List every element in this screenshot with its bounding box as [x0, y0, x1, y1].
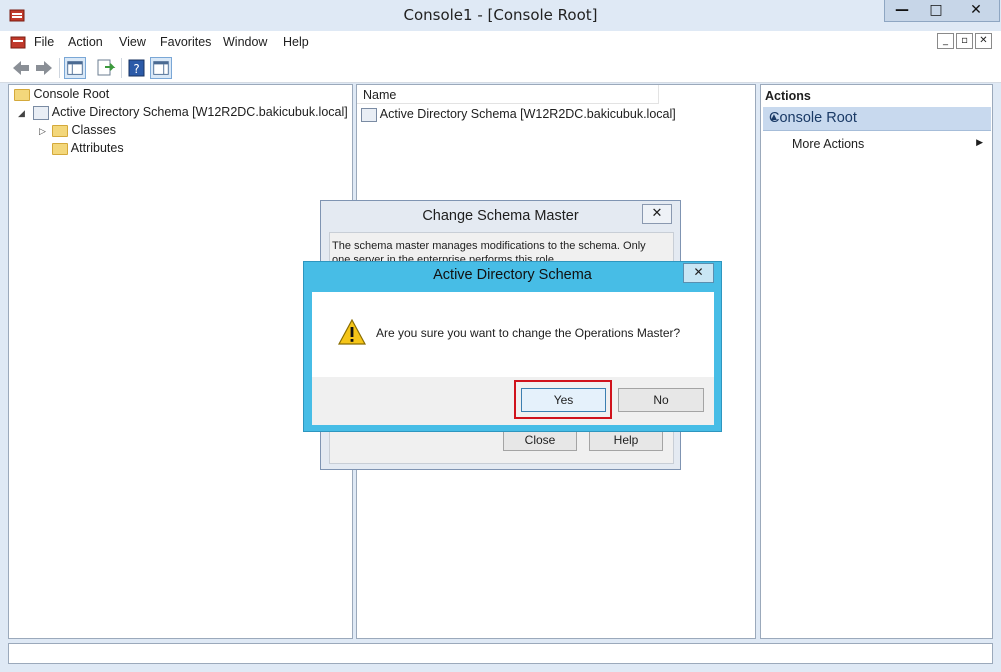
mdi-close-button[interactable]: ✕: [975, 33, 992, 49]
show-hide-action-pane-icon[interactable]: [150, 57, 172, 79]
dialog-close-button[interactable]: ✕: [642, 204, 672, 224]
tree-node-label: Active Directory Schema [W12R2DC.bakicub…: [51, 105, 348, 119]
list-item-label: Active Directory Schema [W12R2DC.bakicub…: [379, 107, 676, 121]
help-icon[interactable]: ?: [126, 57, 148, 79]
list-item[interactable]: Active Directory Schema [W12R2DC.bakicub…: [361, 107, 676, 122]
actions-header: Actions: [765, 89, 811, 103]
schema-icon: [33, 105, 49, 120]
menu-bar: File Action View Favorites Window Help _…: [0, 31, 1001, 53]
dialog-title: Change Schema Master: [422, 208, 579, 224]
actions-pane: Actions Console Root ▲ More Actions ▶: [760, 84, 993, 639]
actions-section-console-root[interactable]: Console Root ▲: [763, 107, 991, 131]
close-button[interactable]: ✕: [953, 0, 999, 21]
tree-node-label: Console Root: [33, 87, 110, 101]
folder-icon: [52, 142, 68, 155]
tree-node-console-root[interactable]: Console Root: [14, 87, 109, 105]
warning-icon: [338, 319, 366, 345]
menu-help[interactable]: Help: [283, 35, 309, 49]
schema-icon: [361, 107, 377, 122]
forward-arrow-icon[interactable]: [33, 57, 55, 79]
console-tree-pane: Console Root ◢ Active Directory Schema […: [8, 84, 353, 639]
toolbar: ?: [0, 53, 1001, 83]
dialog-title: Active Directory Schema: [433, 267, 592, 283]
tree-node-label: Attributes: [70, 141, 124, 155]
menu-favorites[interactable]: Favorites: [160, 35, 211, 49]
submenu-arrow-icon: ▶: [976, 138, 983, 148]
menu-window[interactable]: Window: [223, 35, 267, 49]
menu-view[interactable]: View: [119, 35, 146, 49]
folder-icon: [52, 124, 68, 137]
collapse-arrow-icon[interactable]: ◢: [18, 109, 25, 119]
status-bar: [8, 643, 993, 664]
tree-node-classes[interactable]: Classes: [52, 123, 116, 141]
close-dialog-button[interactable]: Close: [503, 430, 577, 451]
window-title: Console1 - [Console Root]: [403, 6, 598, 24]
more-actions-item[interactable]: More Actions: [792, 137, 864, 151]
toolbar-separator: [59, 58, 60, 78]
menu-action[interactable]: Action: [68, 35, 103, 49]
help-button[interactable]: Help: [589, 430, 663, 451]
toolbar-separator: [121, 58, 122, 78]
console-menu-icon[interactable]: [10, 34, 26, 50]
back-arrow-icon[interactable]: [10, 57, 32, 79]
show-hide-console-tree-icon[interactable]: [64, 57, 86, 79]
confirm-message: Are you sure you want to change the Oper…: [376, 326, 681, 340]
title-bar: Console1 - [Console Root] — □ ✕: [0, 0, 1001, 31]
window-controls: — □ ✕: [884, 0, 1000, 22]
dialog-content: Are you sure you want to change the Oper…: [312, 292, 714, 377]
tree-node-label: Classes: [71, 123, 116, 137]
expand-arrow-icon[interactable]: ▷: [39, 127, 46, 137]
svg-text:?: ?: [133, 62, 139, 76]
folder-icon: [14, 88, 30, 101]
export-list-icon[interactable]: [95, 57, 117, 79]
confirm-dialog: Active Directory Schema ✕ Are you sure y…: [303, 261, 722, 432]
no-button[interactable]: No: [618, 388, 704, 412]
column-header-name[interactable]: Name: [357, 85, 659, 104]
tree-node-ad-schema[interactable]: Active Directory Schema [W12R2DC.bakicub…: [33, 105, 348, 123]
maximize-button[interactable]: □: [919, 0, 953, 21]
minimize-button[interactable]: —: [885, 0, 919, 21]
menu-file[interactable]: File: [34, 35, 54, 49]
mdi-minimize-button[interactable]: _: [937, 33, 954, 49]
yes-button[interactable]: Yes: [521, 388, 606, 412]
tree-node-attributes[interactable]: Attributes: [52, 141, 124, 159]
dialog-close-button[interactable]: ✕: [683, 263, 714, 283]
collapse-triangle-icon[interactable]: ▲: [769, 112, 985, 123]
mdi-restore-button[interactable]: ▫: [956, 33, 973, 49]
dialog-description: The schema master manages modifications …: [332, 240, 646, 261]
